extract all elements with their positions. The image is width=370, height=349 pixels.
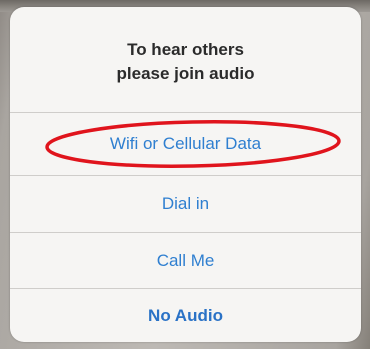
dialog-header: To hear others please join audio	[10, 7, 361, 113]
dialog-title-line-1: To hear others	[127, 39, 244, 59]
wifi-or-cellular-data-button[interactable]: Wifi or Cellular Data	[10, 113, 361, 176]
dialog-title-line-2: please join audio	[116, 63, 255, 83]
call-me-button[interactable]: Call Me	[10, 233, 361, 289]
call-me-label: Call Me	[156, 250, 215, 270]
dial-in-label: Dial in	[161, 194, 210, 213]
join-audio-dialog: To hear others please join audio Wifi or…	[10, 7, 361, 342]
no-audio-label: No Audio	[148, 305, 223, 325]
dial-in-button[interactable]: Dial in	[10, 176, 361, 233]
wifi-or-cellular-data-label: Wifi or Cellular Data	[109, 134, 262, 153]
no-audio-button[interactable]: No Audio	[10, 289, 361, 342]
